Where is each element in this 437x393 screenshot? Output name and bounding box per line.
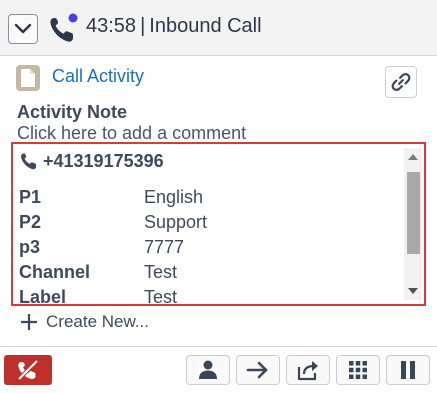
dialpad-button[interactable]	[336, 355, 380, 385]
call-status-icon	[46, 12, 80, 46]
attribute-value: 7777	[144, 237, 185, 257]
call-info-content: +41319175396 P1 English P2 Support p3 77…	[19, 148, 397, 306]
attribute-key: Channel	[19, 262, 91, 282]
document-icon	[15, 64, 41, 92]
collapse-button[interactable]	[8, 14, 38, 44]
activity-note-label: Activity Note	[17, 102, 128, 122]
attribute-key: P2	[19, 212, 42, 232]
call-attributes: P1 English P2 Support p3 7777 Channel Te…	[19, 185, 397, 306]
attribute-value: Test	[144, 262, 178, 282]
phone-number-row: +41319175396	[19, 148, 397, 174]
create-new-label: Create New...	[46, 312, 149, 331]
attribute-key: Label	[19, 287, 67, 306]
status-dot	[68, 13, 78, 23]
attribute-key: p3	[19, 237, 41, 257]
scrollbar[interactable]	[404, 148, 422, 300]
call-header: 43:58 | Inbound Call	[0, 0, 437, 56]
phone-icon	[50, 13, 78, 42]
pause-icon	[401, 361, 415, 379]
share-button[interactable]	[286, 355, 330, 385]
call-type: Inbound Call	[149, 15, 262, 37]
create-new-button[interactable]: Create New...	[20, 312, 149, 332]
call-info-panel: +41319175396 P1 English P2 Support p3 77…	[11, 142, 426, 306]
transfer-button[interactable]	[236, 355, 280, 385]
scroll-thumb[interactable]	[407, 172, 420, 254]
call-title: 43:58 | Inbound Call	[86, 15, 262, 38]
phone-number: +41319175396	[43, 150, 164, 171]
attribute-row: Channel Test	[19, 260, 397, 285]
consult-button[interactable]	[186, 355, 230, 385]
share-icon	[297, 361, 318, 381]
transfer-arrow-icon	[246, 361, 268, 379]
attribute-row: p3 7777	[19, 235, 397, 260]
attribute-row: Label Test	[19, 285, 397, 306]
attribute-value: English	[144, 187, 204, 207]
link-button[interactable]	[385, 66, 417, 98]
title-separator: |	[140, 15, 146, 37]
activity-note-input[interactable]: Click here to add a comment	[17, 123, 246, 144]
chevron-down-icon	[14, 23, 32, 34]
attribute-value: Test	[144, 287, 178, 306]
plus-icon	[21, 314, 37, 330]
hangup-icon	[17, 359, 39, 381]
call-timer: 43:58	[86, 15, 137, 37]
attribute-key: P1	[19, 187, 42, 207]
phone-icon	[21, 153, 37, 170]
hangup-button[interactable]	[4, 355, 52, 385]
consult-icon	[197, 360, 217, 379]
caret-down-icon	[408, 288, 418, 294]
link-icon	[391, 73, 411, 91]
call-activity-link[interactable]: Call Activity	[52, 66, 144, 87]
caret-up-icon	[408, 154, 418, 160]
attribute-row: P2 Support	[19, 210, 397, 235]
attribute-value: Support	[144, 212, 208, 232]
toolbar-divider	[0, 346, 437, 347]
scroll-down-arrow[interactable]	[404, 282, 422, 300]
dialpad-icon	[349, 361, 367, 379]
attribute-row: P1 English	[19, 185, 397, 210]
scroll-up-arrow[interactable]	[404, 148, 422, 166]
hold-button[interactable]	[386, 355, 430, 385]
